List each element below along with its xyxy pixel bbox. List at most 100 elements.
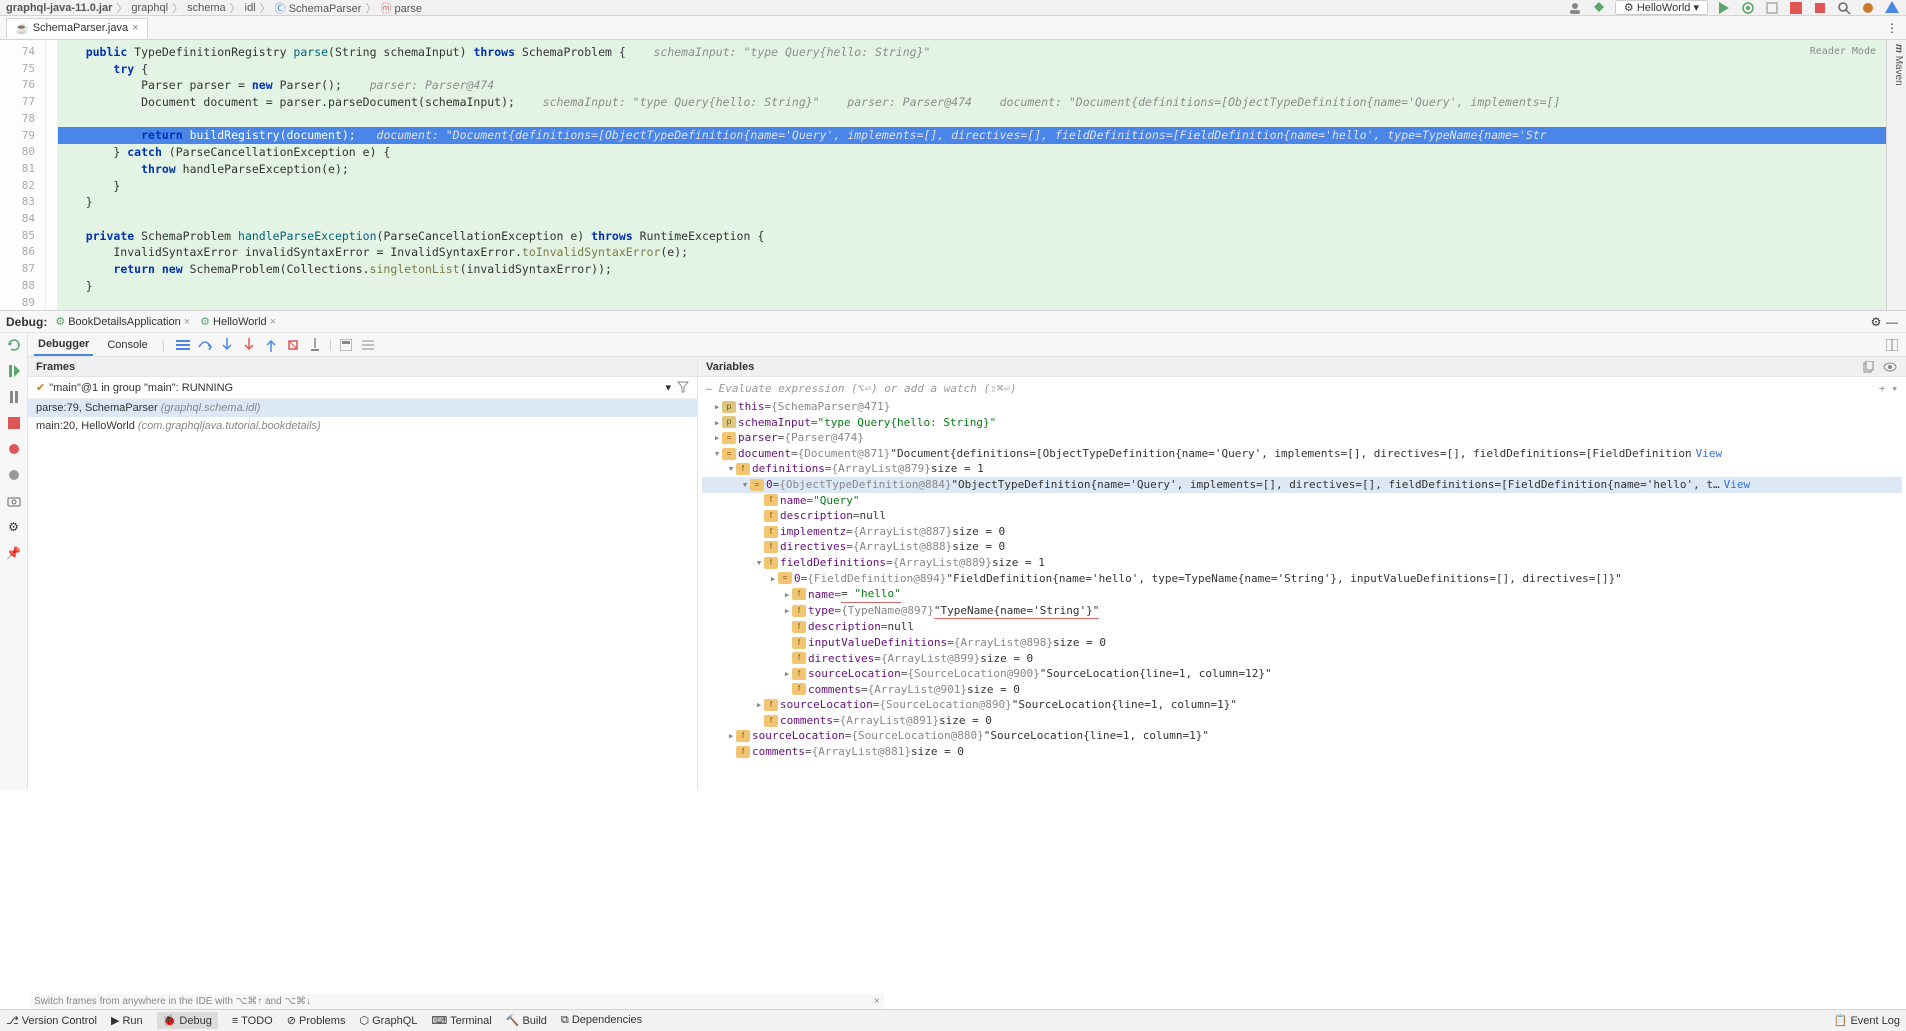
- variable-row[interactable]: ▸pthis = {SchemaParser@471}: [702, 399, 1902, 415]
- stack-frame[interactable]: parse:79, SchemaParser (graphql.schema.i…: [28, 399, 697, 417]
- pin-icon[interactable]: 📌: [6, 545, 22, 561]
- right-sidebar[interactable]: m Maven: [1886, 40, 1906, 310]
- code-line[interactable]: return new SchemaProblem(Collections.sin…: [58, 261, 1906, 278]
- todo-toolwindow-button[interactable]: ≡ TODO: [232, 1015, 273, 1027]
- stop-debug-icon[interactable]: [6, 415, 22, 431]
- threads-icon[interactable]: [175, 337, 191, 353]
- step-over-icon[interactable]: [197, 337, 213, 353]
- variable-row[interactable]: ▸=parser = {Parser@474}: [702, 430, 1902, 446]
- code-line[interactable]: Document document = parser.parseDocument…: [58, 94, 1906, 111]
- build-toolwindow-button[interactable]: 🔨 Build: [506, 1014, 547, 1027]
- stop-icon[interactable]: [1812, 0, 1828, 16]
- dependencies-toolwindow-button[interactable]: ⧉ Dependencies: [561, 1014, 642, 1027]
- settings-icon[interactable]: [1860, 0, 1876, 16]
- code-line[interactable]: public TypeDefinitionRegistry parse(Stri…: [58, 44, 1906, 61]
- view-breakpoints-icon[interactable]: [6, 441, 22, 457]
- breadcrumb-item[interactable]: ⓜ parse: [380, 0, 422, 16]
- breadcrumb-item[interactable]: Ⓒ SchemaParser: [275, 0, 362, 16]
- variable-row[interactable]: ▸fsourceLocation = {SourceLocation@890} …: [702, 697, 1902, 713]
- console-tab[interactable]: Console: [103, 335, 151, 355]
- build-icon[interactable]: [1591, 0, 1607, 16]
- evaluate-expression-input[interactable]: — Evaluate expression (⌥⏎) or add a watc…: [698, 377, 1906, 399]
- variable-row[interactable]: fcomments = {ArrayList@891} size = 0: [702, 713, 1902, 729]
- force-step-into-icon[interactable]: [241, 337, 257, 353]
- variable-row[interactable]: fdirectives = {ArrayList@899} size = 0: [702, 651, 1902, 667]
- variable-row[interactable]: ▸fname = = "hello": [702, 586, 1902, 603]
- funnel-icon[interactable]: [677, 381, 689, 394]
- debug-icon[interactable]: [1740, 0, 1756, 16]
- run-toolwindow-button[interactable]: ▶ Run: [111, 1014, 143, 1027]
- user-icon[interactable]: [1567, 0, 1583, 16]
- run-to-cursor-icon[interactable]: [307, 337, 323, 353]
- variable-row[interactable]: fdescription = null: [702, 619, 1902, 635]
- coverage-icon[interactable]: [1764, 0, 1780, 16]
- variable-row[interactable]: ▾fdefinitions = {ArrayList@879} size = 1: [702, 461, 1902, 477]
- profiler-icon[interactable]: [1788, 0, 1804, 16]
- variable-row[interactable]: ▾ffieldDefinitions = {ArrayList@889} siz…: [702, 555, 1902, 571]
- drop-frame-icon[interactable]: [285, 337, 301, 353]
- pause-icon[interactable]: [6, 389, 22, 405]
- close-icon[interactable]: ×: [184, 316, 190, 328]
- eye-icon[interactable]: [1882, 359, 1898, 375]
- variables-tree[interactable]: ▸pthis = {SchemaParser@471}▸pschemaInput…: [698, 399, 1906, 760]
- rerun-icon[interactable]: [6, 337, 22, 353]
- breadcrumb-item[interactable]: idl: [245, 2, 256, 14]
- copy-icon[interactable]: [1860, 359, 1876, 375]
- mute-breakpoints-icon[interactable]: [6, 467, 22, 483]
- variable-row[interactable]: ▾=document = {Document@871} "Document{de…: [702, 446, 1902, 462]
- code-line[interactable]: throw handleParseException(e);: [58, 161, 1906, 178]
- minimize-icon[interactable]: —: [1884, 314, 1900, 330]
- thread-selector[interactable]: ✔ "main"@1 in group "main": RUNNING ▾: [28, 377, 697, 399]
- add-watch-icon[interactable]: +: [1879, 382, 1886, 395]
- variable-row[interactable]: fdirectives = {ArrayList@888} size = 0: [702, 539, 1902, 555]
- graphql-toolwindow-button[interactable]: ⬡ GraphQL: [359, 1014, 417, 1027]
- event-log-button[interactable]: 📋 Event Log: [1834, 1014, 1900, 1027]
- vcs-toolwindow-button[interactable]: ⎇ Version Control: [6, 1014, 97, 1027]
- trace-icon[interactable]: [360, 337, 376, 353]
- filter-icon[interactable]: ▾: [665, 381, 671, 394]
- debug-toolwindow-button[interactable]: 🐞 Debug: [157, 1012, 218, 1029]
- gear-icon[interactable]: ⚙: [1868, 314, 1884, 330]
- camera-icon[interactable]: [6, 493, 22, 509]
- step-into-icon[interactable]: [219, 337, 235, 353]
- variable-row[interactable]: fcomments = {ArrayList@901} size = 0: [702, 682, 1902, 698]
- step-out-icon[interactable]: [263, 337, 279, 353]
- search-icon[interactable]: [1836, 0, 1852, 16]
- variable-row[interactable]: ▾=0 = {ObjectTypeDefinition@884} "Object…: [702, 477, 1902, 493]
- close-hint-icon[interactable]: ×: [874, 996, 880, 1007]
- code-area[interactable]: Reader Mode public TypeDefinitionRegistr…: [58, 40, 1906, 310]
- resume-icon[interactable]: [6, 363, 22, 379]
- variable-row[interactable]: fname = "Query": [702, 493, 1902, 509]
- close-icon[interactable]: ×: [132, 22, 138, 34]
- debug-session-tab[interactable]: ⚙ HelloWorld ×: [200, 315, 276, 328]
- code-line[interactable]: return buildRegistry(document); document…: [58, 127, 1906, 144]
- variable-row[interactable]: fdescription = null: [702, 508, 1902, 524]
- variable-row[interactable]: fimplementz = {ArrayList@887} size = 0: [702, 524, 1902, 540]
- debug-session-tab[interactable]: ⚙ BookDetailsApplication ×: [55, 315, 190, 328]
- code-line[interactable]: }: [58, 178, 1906, 195]
- code-line[interactable]: } catch (ParseCancellationException e) {: [58, 144, 1906, 161]
- breadcrumb-item[interactable]: graphql-java-11.0.jar: [6, 2, 112, 14]
- code-line[interactable]: [58, 294, 1906, 310]
- watch-dropdown-icon[interactable]: ▾: [1891, 382, 1898, 395]
- editor-more-icon[interactable]: ⋮: [1884, 20, 1900, 36]
- code-line[interactable]: Parser parser = new Parser(); parser: Pa…: [58, 77, 1906, 94]
- variable-row[interactable]: ▸fsourceLocation = {SourceLocation@900} …: [702, 666, 1902, 682]
- ide-update-icon[interactable]: [1884, 0, 1900, 16]
- run-config-select[interactable]: ⚙ HelloWorld ▾: [1615, 0, 1708, 15]
- stack-frame[interactable]: main:20, HelloWorld (com.graphqljava.tut…: [28, 417, 697, 435]
- variable-row[interactable]: ▸pschemaInput = "type Query{hello: Strin…: [702, 415, 1902, 431]
- variable-row[interactable]: ▸fsourceLocation = {SourceLocation@880} …: [702, 728, 1902, 744]
- variable-row[interactable]: fcomments = {ArrayList@881} size = 0: [702, 744, 1902, 760]
- problems-toolwindow-button[interactable]: ⊘ Problems: [287, 1014, 346, 1027]
- variable-row[interactable]: ▸=0 = {FieldDefinition@894} "FieldDefini…: [702, 571, 1902, 587]
- evaluate-icon[interactable]: [338, 337, 354, 353]
- settings-debug-icon[interactable]: ⚙: [6, 519, 22, 535]
- code-line[interactable]: private SchemaProblem handleParseExcepti…: [58, 228, 1906, 245]
- reader-mode-toggle[interactable]: Reader Mode: [1810, 44, 1876, 61]
- code-line[interactable]: [58, 211, 1906, 228]
- terminal-toolwindow-button[interactable]: ⌨ Terminal: [431, 1014, 491, 1027]
- layout-icon[interactable]: [1884, 337, 1900, 353]
- code-line[interactable]: }: [58, 278, 1906, 295]
- variable-row[interactable]: ▸ftype = {TypeName@897} "TypeName{name='…: [702, 603, 1902, 620]
